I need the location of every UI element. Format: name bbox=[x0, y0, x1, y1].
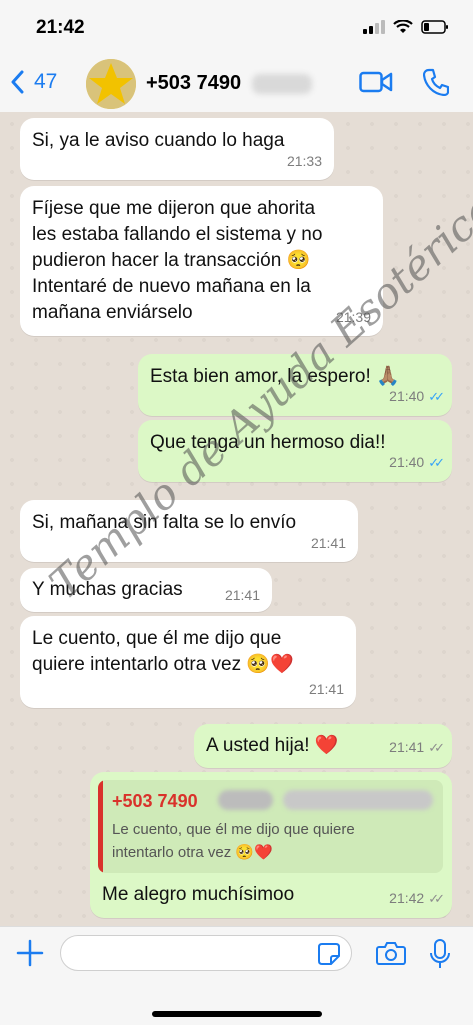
battery-icon bbox=[421, 20, 448, 34]
sticker-button[interactable] bbox=[318, 943, 340, 970]
message-time: 21:42 ✓✓ bbox=[389, 885, 445, 912]
message-time: 21:41 bbox=[310, 535, 346, 551]
redacted-number bbox=[218, 790, 273, 810]
back-button[interactable]: 47 bbox=[10, 70, 57, 94]
status-icons bbox=[363, 20, 449, 34]
plus-icon bbox=[16, 939, 44, 967]
message-text: Que tenga un hermoso dia!! bbox=[150, 432, 386, 453]
chat-area[interactable]: Si, ya le aviso cuando lo haga 21:33 Fíj… bbox=[0, 112, 473, 926]
message-text: Fíjese que me dijeron que ahorita les es… bbox=[32, 198, 323, 323]
message-time-value: 21:42 bbox=[389, 890, 425, 906]
message-input[interactable] bbox=[60, 935, 352, 971]
camera-icon bbox=[376, 942, 406, 965]
quoted-sender: +503 7490 bbox=[112, 791, 198, 811]
message-bubble[interactable]: Le cuento, que él me dijo que quiere int… bbox=[20, 616, 356, 708]
message-time: 21:40 ✓✓ bbox=[389, 449, 445, 476]
message-bubble[interactable]: Que tenga un hermoso dia!! 21:40 ✓✓ bbox=[138, 420, 452, 482]
home-indicator[interactable] bbox=[152, 1011, 322, 1017]
message-text: Me alegro muchísimoo bbox=[102, 884, 295, 905]
status-time: 21:42 bbox=[36, 17, 85, 38]
camera-button[interactable] bbox=[376, 941, 406, 970]
message-time: 21:41 bbox=[224, 587, 260, 603]
message-time-value: 21:41 bbox=[389, 739, 425, 755]
message-bubble[interactable]: Y muchas gracias 21:41 bbox=[20, 568, 272, 612]
avatar[interactable] bbox=[86, 59, 136, 109]
unread-count: 47 bbox=[34, 70, 58, 93]
reply-message-bubble[interactable]: +503 7490 Le cuento, que él me dijo que … bbox=[90, 772, 452, 918]
message-time: 21:33 bbox=[286, 153, 322, 169]
contact-name[interactable]: +503 7490 bbox=[146, 72, 241, 95]
microphone-icon bbox=[430, 939, 450, 968]
delivered-receipt-icon: ✓✓ bbox=[428, 891, 445, 906]
wifi-icon bbox=[393, 20, 413, 33]
message-bubble[interactable]: Si, mañana sin falta se lo envío 21:41 bbox=[20, 500, 358, 562]
chevron-left-icon bbox=[11, 70, 24, 94]
message-bubble[interactable]: Esta bien amor, la espero! 🙏🏽 21:40 ✓✓ bbox=[138, 354, 452, 416]
read-receipt-icon: ✓✓ bbox=[428, 455, 445, 470]
delivered-receipt-icon: ✓✓ bbox=[428, 740, 445, 755]
message-text: A usted hija! ❤️ bbox=[206, 735, 339, 756]
message-time-value: 21:40 bbox=[389, 454, 425, 470]
message-bubble[interactable]: Fíjese que me dijeron que ahorita les es… bbox=[20, 186, 383, 336]
sticker-icon bbox=[318, 943, 340, 965]
message-time: 21:40 ✓✓ bbox=[389, 383, 445, 410]
quote-accent-bar bbox=[98, 780, 103, 873]
quoted-message[interactable]: +503 7490 Le cuento, que él me dijo que … bbox=[98, 780, 443, 873]
star-icon bbox=[86, 59, 136, 109]
message-time-value: 21:40 bbox=[389, 388, 425, 404]
message-bubble[interactable]: A usted hija! ❤️ 21:41 ✓✓ bbox=[194, 724, 452, 768]
signal-icon bbox=[363, 20, 385, 34]
video-camera-icon bbox=[359, 71, 393, 93]
redacted-name bbox=[283, 790, 433, 810]
message-text: Y muchas gracias bbox=[32, 579, 183, 600]
message-input-bar bbox=[0, 926, 473, 1025]
attach-button[interactable] bbox=[16, 939, 44, 972]
status-bar: 21:42 bbox=[0, 0, 473, 56]
message-text: Si, mañana sin falta se lo envío bbox=[32, 512, 297, 533]
message-bubble[interactable]: Si, ya le aviso cuando lo haga 21:33 bbox=[20, 118, 334, 180]
redacted-number bbox=[252, 74, 312, 94]
read-receipt-icon: ✓✓ bbox=[428, 389, 445, 404]
chat-header: 47 +503 7490 bbox=[0, 56, 473, 113]
message-time: 21:39 bbox=[335, 309, 371, 325]
message-time: 21:41 ✓✓ bbox=[389, 734, 445, 761]
message-time: 21:41 bbox=[308, 681, 344, 697]
phone-icon bbox=[422, 68, 450, 97]
video-call-button[interactable] bbox=[359, 70, 393, 99]
message-text: Si, ya le aviso cuando lo haga bbox=[32, 130, 285, 151]
message-text: Le cuento, que él me dijo que quiere int… bbox=[32, 628, 294, 675]
message-text: Esta bien amor, la espero! 🙏🏽 bbox=[150, 366, 400, 387]
quoted-text: Le cuento, que él me dijo que quiere int… bbox=[112, 821, 355, 861]
microphone-button[interactable] bbox=[430, 939, 450, 974]
voice-call-button[interactable] bbox=[422, 68, 450, 101]
